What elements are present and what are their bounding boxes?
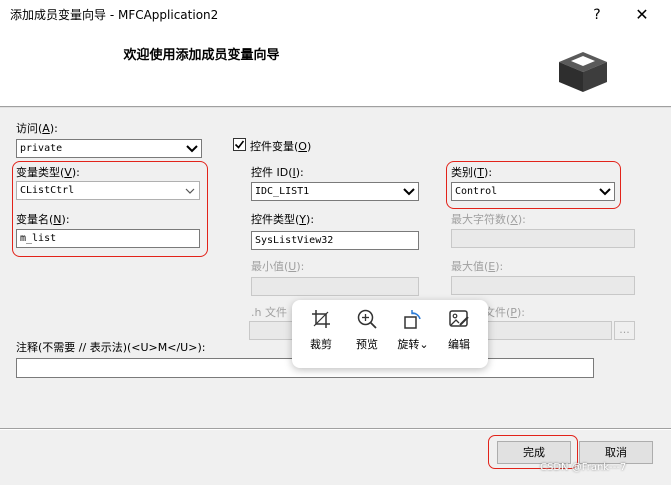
window-title: 添加成员变量向导 - MFCApplication2 — [10, 8, 219, 22]
min-value-label: 最小值(U): — [251, 260, 305, 273]
max-value-input — [451, 276, 635, 295]
wizard-title: 欢迎使用添加成员变量向导 — [123, 48, 280, 63]
highlight-category — [446, 161, 621, 209]
max-chars-label: 最大字符数(X): — [451, 213, 526, 226]
chevron-down-icon — [186, 145, 198, 153]
comment-label: 注释(不需要 // 表示法)(<U>M</U>): — [16, 341, 206, 354]
max-chars-input — [451, 229, 635, 248]
h-file-label: .h 文件 — [251, 306, 287, 319]
chevron-down-icon — [403, 188, 415, 196]
image-toolbar-popup: 裁剪 预览 旋转⌄ 编辑 — [292, 300, 488, 368]
control-variable-checkbox[interactable] — [233, 138, 246, 151]
wizard-box-icon — [559, 52, 607, 92]
edit-button[interactable]: 编辑 — [436, 308, 482, 360]
max-value-label: 最大值(E): — [451, 260, 504, 273]
crop-button[interactable]: 裁剪 — [298, 308, 344, 360]
edit-image-icon — [449, 310, 469, 327]
chevron-down-icon: ⌄ — [419, 338, 429, 351]
help-button[interactable]: ? — [586, 4, 608, 26]
control-type-field: SysListView32 — [251, 231, 419, 250]
cpp-file-label: 文件(P): — [484, 306, 525, 319]
cancel-button[interactable]: 取消 — [579, 441, 653, 464]
access-combobox[interactable]: private — [16, 139, 202, 158]
rotate-icon — [404, 310, 421, 329]
highlight-variable-group — [12, 161, 208, 257]
control-variable-label: 控件变量(O) — [250, 140, 312, 153]
min-value-input — [251, 277, 419, 296]
checkmark-icon — [234, 140, 245, 149]
wizard-header: 欢迎使用添加成员变量向导 — [0, 30, 671, 106]
control-type-label: 控件类型(Y): — [251, 213, 315, 226]
access-label: 访问(A): — [16, 122, 58, 135]
watermark-text: CSDN @Frank---7 — [540, 462, 627, 473]
crop-icon — [312, 310, 330, 328]
close-button[interactable]: ✕ — [630, 4, 654, 26]
cpp-file-input — [474, 321, 612, 340]
zoom-icon — [357, 309, 377, 329]
control-id-label: 控件 ID(I): — [251, 166, 304, 179]
preview-button[interactable]: 预览 — [344, 308, 390, 360]
browse-button: ... — [614, 321, 635, 340]
rotate-button[interactable]: 旋转⌄ — [390, 308, 436, 360]
control-id-combobox[interactable]: IDC_LIST1 — [251, 182, 419, 201]
